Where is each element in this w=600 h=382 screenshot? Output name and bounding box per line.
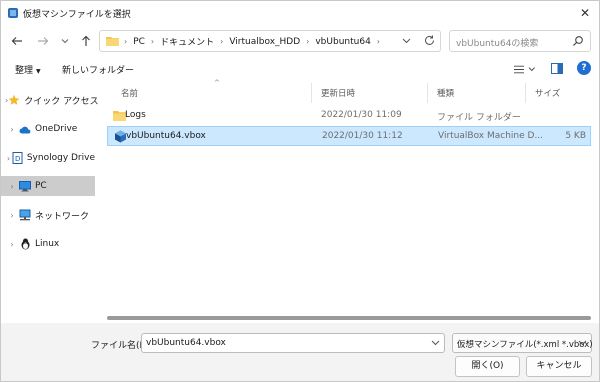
chevron-down-icon: ▼ xyxy=(36,68,41,75)
file-size: 5 KB xyxy=(565,131,586,141)
cloud-icon xyxy=(19,123,31,135)
column-header-name[interactable]: 名前 xyxy=(121,87,138,99)
preview-pane-icon[interactable] xyxy=(551,63,563,74)
breadcrumb-separator: › xyxy=(124,37,128,46)
breadcrumb-separator: › xyxy=(220,37,224,46)
sidebar-item-label: PC xyxy=(35,181,47,191)
chevron-right-icon[interactable]: › xyxy=(5,240,19,249)
forward-button[interactable] xyxy=(35,33,51,49)
sidebar-item-label: OneDrive xyxy=(35,124,78,134)
sidebar-item-quick-access[interactable]: › クイック アクセス xyxy=(1,90,99,110)
back-button[interactable] xyxy=(9,33,25,49)
chevron-down-icon xyxy=(61,39,69,44)
sidebar-item-pc[interactable]: › PC xyxy=(1,176,95,196)
address-history-dropdown[interactable] xyxy=(398,32,414,48)
chevron-down-icon xyxy=(529,67,536,72)
up-button[interactable] xyxy=(78,33,94,49)
refresh-icon xyxy=(424,35,434,45)
chevron-down-icon xyxy=(578,340,587,346)
search-icon xyxy=(573,36,583,46)
new-folder-button[interactable]: 新しいフォルダー xyxy=(62,63,134,76)
breadcrumb-item-pc[interactable]: PC xyxy=(133,37,145,47)
chevron-right-icon[interactable]: › xyxy=(5,182,19,191)
cancel-button[interactable]: キャンセル xyxy=(526,356,592,377)
arrow-right-icon xyxy=(38,37,49,45)
filetype-value: 仮想マシンファイル(*.xml *.vbox) xyxy=(457,340,593,350)
chevron-right-icon[interactable]: › xyxy=(5,154,12,163)
sidebar-item-label: ネットワーク xyxy=(35,211,90,222)
linux-icon xyxy=(19,238,31,250)
filetype-select[interactable]: 仮想マシンファイル(*.xml *.vbox) xyxy=(452,333,593,353)
refresh-button[interactable] xyxy=(421,32,437,48)
sidebar-item-network[interactable]: › ネットワーク xyxy=(1,205,95,225)
column-headers: 名前 更新日時 種類 サイズ xyxy=(105,83,593,103)
virtualbox-app-icon xyxy=(8,8,18,18)
close-icon: ✕ xyxy=(579,6,591,20)
horizontal-scrollbar[interactable] xyxy=(107,316,591,320)
sidebar-item-label: Synology Drive xyxy=(26,153,95,163)
address-bar[interactable]: › PC › ドキュメント › Virtualbox_HDD › vbUbunt… xyxy=(99,30,441,52)
open-button[interactable]: 開く(O) xyxy=(455,356,520,377)
search-placeholder: vbUbuntu64の検索 xyxy=(456,39,539,49)
help-icon[interactable]: ? xyxy=(577,61,591,75)
recent-locations-button[interactable] xyxy=(57,33,73,49)
file-modified: 2022/01/30 11:12 xyxy=(322,131,403,141)
column-header-size[interactable]: サイズ xyxy=(535,87,560,99)
network-icon xyxy=(19,209,31,221)
arrow-left-icon xyxy=(11,37,22,45)
synology-icon: D xyxy=(12,152,23,164)
search-box[interactable]: vbUbuntu64の検索 xyxy=(449,30,591,52)
breadcrumb: › PC › ドキュメント › Virtualbox_HDD › vbUbunt… xyxy=(124,35,386,49)
file-row-logs[interactable]: Logs 2022/01/30 11:09 ファイル フォルダー xyxy=(107,106,591,126)
column-header-type[interactable]: 種類 xyxy=(437,87,454,99)
title-bar: 仮想マシンファイルを選択 ✕ xyxy=(1,1,599,25)
file-name: vbUbuntu64.vbox xyxy=(126,131,206,141)
window-title: 仮想マシンファイルを選択 xyxy=(23,10,131,20)
file-list: ^ 名前 更新日時 種類 サイズ Logs 2022/01/30 11:09 フ… xyxy=(105,79,593,317)
navigation-bar: › PC › ドキュメント › Virtualbox_HDD › vbUbunt… xyxy=(1,25,599,57)
column-divider[interactable] xyxy=(525,83,526,103)
breadcrumb-separator: › xyxy=(150,37,155,46)
column-divider[interactable] xyxy=(311,83,312,103)
sidebar-item-synology-drive[interactable]: › D Synology Drive xyxy=(1,148,95,168)
column-divider[interactable] xyxy=(427,83,428,103)
breadcrumb-separator: › xyxy=(306,37,310,46)
chevron-down-icon[interactable] xyxy=(431,338,440,347)
file-name: Logs xyxy=(125,110,146,120)
dialog-footer: ファイル名(N): 仮想マシンファイル(*.xml *.vbox) 開く(O) … xyxy=(1,323,599,381)
sidebar-item-onedrive[interactable]: › OneDrive xyxy=(1,119,95,139)
chevron-right-icon[interactable]: › xyxy=(5,211,19,220)
file-row-vbubuntu64-vbox[interactable]: vbUbuntu64.vbox 2022/01/30 11:12 Virtual… xyxy=(107,126,591,146)
organize-label: 整理 xyxy=(15,66,34,76)
column-header-modified[interactable]: 更新日時 xyxy=(321,87,355,99)
filename-input[interactable] xyxy=(141,333,445,353)
monitor-icon xyxy=(19,180,31,192)
change-view-button[interactable] xyxy=(514,62,536,76)
folder-icon xyxy=(106,37,119,46)
navigation-pane: › クイック アクセス › OneDrive › D Synology Driv… xyxy=(1,81,99,321)
sidebar-item-linux[interactable]: › Linux xyxy=(1,234,95,254)
breadcrumb-separator: › xyxy=(376,37,380,46)
file-dialog-window: 仮想マシンファイルを選択 ✕ › PC › ドキュメント › Virtualbo… xyxy=(0,0,600,382)
file-type: VirtualBox Machine D... xyxy=(438,131,544,141)
arrow-up-icon xyxy=(82,35,90,46)
chevron-down-icon xyxy=(402,38,410,43)
file-modified: 2022/01/30 11:09 xyxy=(321,110,402,120)
chevron-right-icon[interactable]: › xyxy=(5,125,19,134)
breadcrumb-item-documents[interactable]: ドキュメント xyxy=(160,35,214,48)
organize-button[interactable]: 整理 ▼ xyxy=(15,63,41,76)
breadcrumb-item-virtualbox-hdd[interactable]: Virtualbox_HDD xyxy=(229,37,300,47)
file-type: ファイル フォルダー xyxy=(437,113,521,123)
sidebar-item-label: クイック アクセス xyxy=(24,96,99,107)
svg-text:D: D xyxy=(15,155,20,163)
star-icon xyxy=(8,94,20,106)
sidebar-item-label: Linux xyxy=(35,239,60,249)
close-button[interactable]: ✕ xyxy=(571,1,599,25)
list-view-icon xyxy=(514,65,525,73)
command-bar: 整理 ▼ 新しいフォルダー ? xyxy=(1,57,599,81)
new-folder-label: 新しいフォルダー xyxy=(62,66,135,76)
breadcrumb-item-vbubuntu64[interactable]: vbUbuntu64 xyxy=(315,37,370,47)
